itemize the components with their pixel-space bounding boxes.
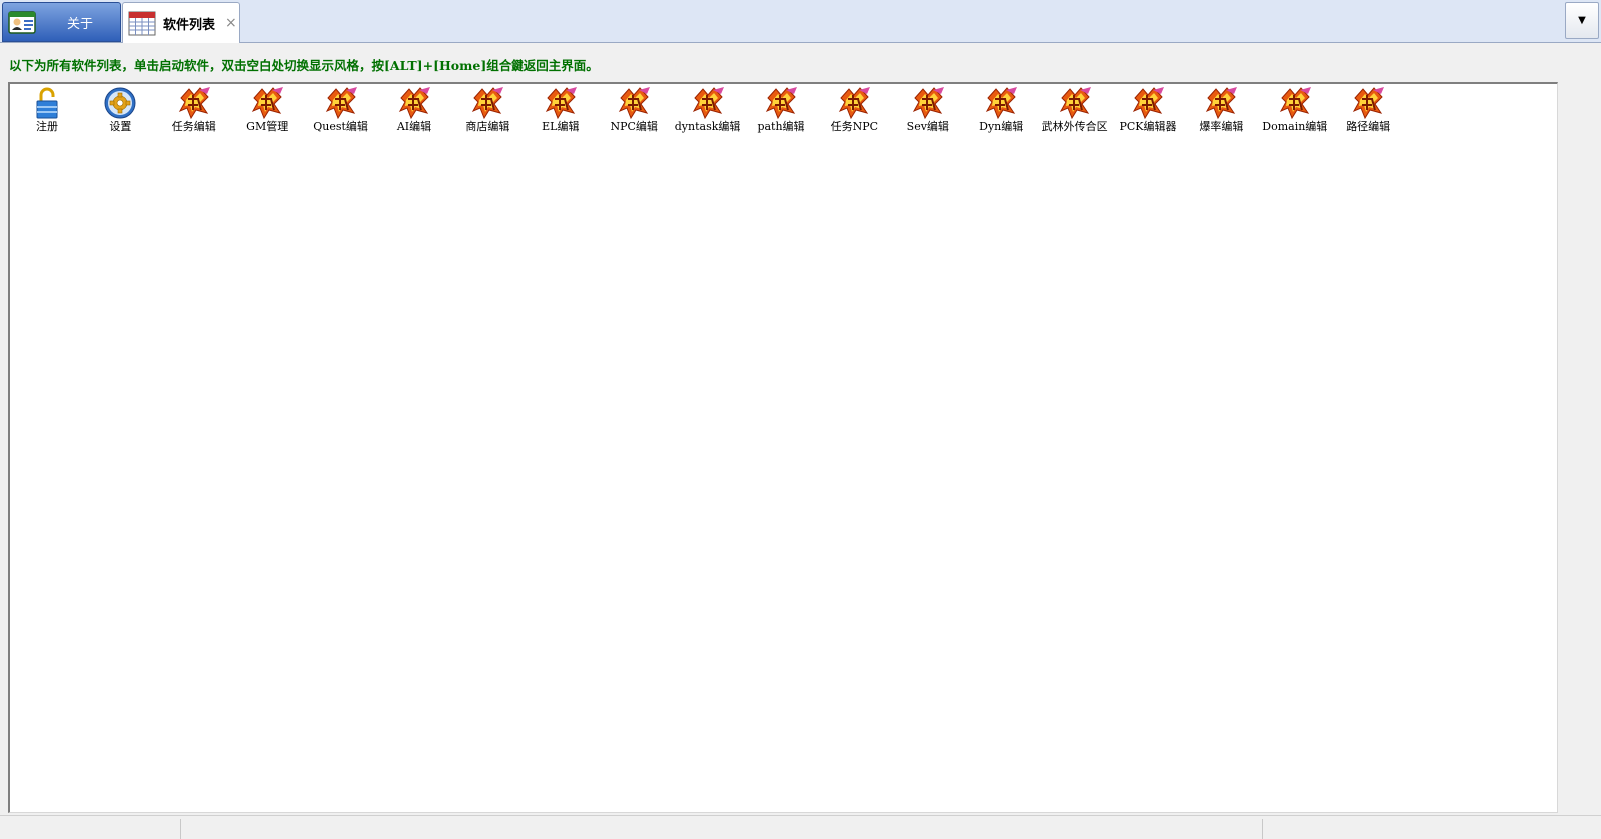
software-item-label: 任务编辑	[171, 120, 216, 133]
tab-about[interactable]: 关于	[2, 2, 121, 42]
tab-about-label: 关于	[67, 16, 94, 32]
software-item-label: 武林外传合区	[1041, 120, 1108, 133]
status-bar	[0, 815, 1601, 839]
software-item[interactable]: GM管理	[230, 84, 304, 150]
wulin-logo-icon	[472, 87, 504, 120]
software-item-label: 设置	[109, 120, 132, 133]
software-item[interactable]: 路径编辑	[1331, 84, 1405, 150]
chevron-down-icon: ▼	[1578, 15, 1586, 26]
wulin-logo-icon	[1206, 87, 1238, 120]
software-item[interactable]: 爆率编辑	[1184, 84, 1258, 150]
software-item[interactable]: 注册	[10, 84, 84, 150]
software-item[interactable]: PCK编辑器	[1111, 84, 1185, 150]
wulin-logo-icon	[692, 87, 724, 120]
wulin-logo-icon	[765, 87, 797, 120]
wulin-logo-icon	[1279, 87, 1311, 120]
software-item[interactable]: 设置	[83, 84, 157, 150]
status-separator	[180, 819, 181, 839]
status-separator	[1262, 819, 1263, 839]
gear-icon	[104, 87, 136, 119]
wulin-logo-icon	[1353, 87, 1385, 120]
software-item-label: NPC编辑	[610, 120, 658, 133]
lock-icon	[36, 87, 58, 119]
user-card-icon	[8, 11, 36, 34]
software-item[interactable]: Domain编辑	[1258, 84, 1332, 150]
wulin-logo-icon	[178, 87, 210, 120]
software-item-label: Domain编辑	[1262, 120, 1328, 133]
wulin-logo-icon	[619, 87, 651, 120]
calendar-table-icon	[128, 11, 156, 36]
software-item-label: GM管理	[246, 120, 289, 133]
software-item-label: dyntask编辑	[674, 120, 741, 133]
software-item[interactable]: Sev编辑	[891, 84, 965, 150]
software-item[interactable]: dyntask编辑	[671, 84, 745, 150]
software-item-label: EL编辑	[542, 120, 580, 133]
wulin-logo-icon	[912, 87, 944, 120]
app-window: 关于 软件列表 × ▼ 以下为所有软件列表，单击启动软件，双击空白处切换显示风格…	[0, 0, 1601, 839]
software-item[interactable]: 任务NPC	[817, 84, 891, 150]
wulin-logo-icon	[839, 87, 871, 120]
software-item[interactable]: path编辑	[744, 84, 818, 150]
wulin-logo-icon	[325, 87, 357, 120]
software-item[interactable]: Quest编辑	[304, 84, 378, 150]
software-item-label: Quest编辑	[313, 120, 368, 133]
wulin-logo-icon	[398, 87, 430, 120]
software-item-label: 注册	[36, 120, 58, 133]
software-item-label: PCK编辑器	[1119, 120, 1177, 133]
tab-overflow-dropdown-button[interactable]: ▼	[1565, 2, 1599, 39]
tab-software-list[interactable]: 软件列表 ×	[122, 2, 240, 43]
wulin-logo-icon	[545, 87, 577, 120]
software-item-label: AI编辑	[396, 120, 432, 133]
software-item-label: Sev编辑	[906, 120, 949, 133]
software-list-view[interactable]: 注册 设置 任务编辑 GM管理 Quest编辑 AI编辑 商店编辑 EL编辑 N…	[8, 82, 1558, 813]
wulin-logo-icon	[986, 87, 1018, 120]
software-item[interactable]: AI编辑	[377, 84, 451, 150]
software-item-label: 路径编辑	[1346, 120, 1391, 133]
wulin-logo-icon	[1059, 87, 1091, 120]
software-item-label: Dyn编辑	[979, 120, 1024, 133]
software-item-label: 商店编辑	[465, 120, 510, 133]
software-item[interactable]: 任务编辑	[157, 84, 231, 150]
software-item-label: path编辑	[757, 120, 805, 133]
instruction-text: 以下为所有软件列表，单击启动软件，双击空白处切换显示风格，按[ALT]+[Hom…	[9, 58, 599, 73]
close-icon[interactable]: ×	[225, 15, 237, 31]
software-item-label: 爆率编辑	[1199, 120, 1244, 133]
software-item[interactable]: 商店编辑	[450, 84, 524, 150]
wulin-logo-icon	[252, 87, 284, 120]
software-item[interactable]: 武林外传合区	[1038, 84, 1112, 150]
tab-strip: 关于 软件列表 × ▼	[0, 0, 1601, 43]
tab-software-list-label: 软件列表	[163, 17, 216, 33]
software-item-label: 任务NPC	[830, 120, 879, 133]
software-item[interactable]: NPC编辑	[597, 84, 671, 150]
software-item[interactable]: EL编辑	[524, 84, 598, 150]
wulin-logo-icon	[1132, 87, 1164, 120]
software-item[interactable]: Dyn编辑	[964, 84, 1038, 150]
